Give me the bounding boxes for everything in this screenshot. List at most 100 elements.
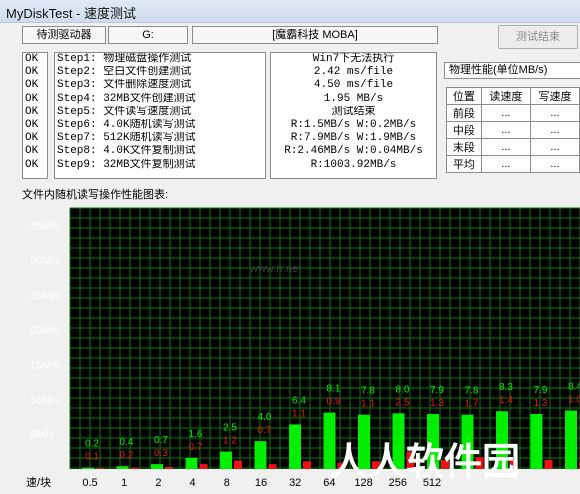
step-list: Step1: 物理磁盘操作测试 Step2: 空白文件创建测试 Step3: 文件删… [54, 52, 266, 179]
drive-model: [魔霸科技 MOBA] [192, 26, 438, 44]
y-tick-label: 25M/s [30, 290, 60, 302]
read-value-label: 7.8 [361, 386, 375, 397]
result-item: Win7下无法执行 [312, 53, 395, 65]
read-value-label: 4.0 [258, 412, 272, 423]
step-item: Step7: 512K随机读写测试 [57, 132, 196, 145]
status-item: OK [25, 118, 39, 131]
perf-read: ... [480, 104, 531, 122]
read-value-label: 6.4 [292, 395, 306, 406]
status-item: OK [25, 145, 39, 158]
y-tick-label: 10M/s [30, 394, 60, 406]
write-value-label: 1.4 [499, 395, 513, 406]
status-item: OK [25, 66, 39, 79]
perf-header: 写速度 [529, 87, 580, 105]
write-value-label: 1.3 [430, 398, 444, 409]
status-item: OK [25, 53, 39, 65]
read-value-label: 7.9 [430, 385, 444, 396]
write-value-label: 1.1 [292, 408, 306, 419]
watermark-logo-text: www.rr.net [249, 263, 301, 275]
result-item: 4.50 ms/file [313, 79, 394, 92]
status-list: OK OK OK OK OK OK OK OK OK [22, 52, 48, 179]
read-value-label: 0.4 [120, 437, 134, 448]
status-item: OK [25, 79, 39, 92]
read-value-label: 7.9 [534, 385, 548, 396]
perf-position: 末段 [446, 138, 482, 156]
result-list: Win7下无法执行 2.42 ms/file 4.50 ms/file 1.95 MB… [270, 52, 437, 179]
finish-button[interactable]: 测试结束 [498, 25, 578, 49]
write-bar [199, 464, 208, 469]
status-item: OK [25, 158, 39, 171]
write-bar [165, 466, 173, 469]
write-bar [130, 467, 139, 469]
perf-position: 中段 [446, 121, 482, 139]
write-value-label: 2.5 [396, 397, 410, 408]
step-item: Step8: 4.0K文件复制测试 [57, 145, 196, 158]
physical-perf-table: 位置 读速度 写速度 前段...... 中段...... 末段...... 平均...... [446, 87, 580, 173]
result-item: 1.95 MB/s [323, 92, 384, 105]
write-value-label: 0.7 [189, 442, 203, 453]
result-item: R:1.5MB/s W:0.2MB/s [290, 118, 417, 131]
x-tick-label: 1 [121, 477, 127, 489]
read-bar [289, 424, 301, 469]
result-item: 2.42 ms/file [313, 66, 394, 79]
read-value-label: 0.7 [154, 435, 168, 446]
write-value-label: 0.2 [120, 450, 134, 461]
write-value-label: 0.3 [154, 448, 168, 459]
read-bar [116, 466, 129, 469]
read-value-label: 2.5 [223, 423, 237, 434]
read-bar [151, 464, 163, 469]
read-value-label: 8.1 [327, 384, 341, 395]
perf-position: 平均 [446, 155, 482, 173]
window-title: MyDiskTest - 速度测试 [6, 6, 137, 21]
result-item: R:2.46MB/s W:0.04MB/s [284, 145, 423, 158]
y-tick-label: 35M/s [30, 220, 60, 232]
x-tick-label: 4 [190, 477, 196, 489]
step-item: Step9: 32MB文件复制测试 [57, 158, 196, 171]
write-bar [234, 460, 242, 469]
perf-read: ... [480, 155, 531, 173]
read-value-label: 8.3 [499, 382, 513, 393]
write-value-label: 1.7 [465, 399, 479, 410]
physical-perf-title: 物理性能(单位MB/s) [444, 62, 580, 79]
perf-read: ... [480, 138, 531, 156]
read-bar [565, 410, 577, 469]
drive-letter[interactable]: G: [108, 26, 188, 44]
read-bar [220, 451, 232, 469]
x-axis-title: 速/块 [26, 476, 51, 489]
result-item: 测试结束 [331, 105, 376, 118]
step-item: Step4: 32MB文件创建测试 [57, 92, 196, 105]
y-tick-label: 30M/s [30, 255, 60, 267]
status-item: OK [25, 105, 39, 118]
y-tick-label: 20M/s [30, 325, 60, 337]
status-item: OK [25, 92, 39, 105]
status-item: OK [25, 132, 39, 145]
read-value-label: 0.2 [85, 439, 99, 450]
write-bar [268, 464, 277, 469]
y-tick-label: 5M/s [30, 429, 54, 441]
write-value-label: 1.0 [568, 395, 580, 406]
x-tick-label: 32 [289, 477, 301, 489]
write-value-label: 1.3 [534, 398, 548, 409]
write-value-label: 0.9 [327, 397, 341, 408]
x-tick-label: 0.5 [82, 477, 97, 489]
read-bar [185, 457, 198, 469]
read-bar [530, 414, 543, 469]
read-bar [254, 441, 267, 469]
step-item: Step1: 物理磁盘操作测试 [57, 53, 192, 65]
write-value-label: 0.7 [258, 425, 272, 436]
read-value-label: 7.8 [465, 386, 479, 397]
perf-write: ... [529, 138, 580, 156]
perf-read: ... [480, 121, 531, 139]
x-tick-label: 8 [224, 477, 230, 489]
x-tick-label: 2 [155, 477, 161, 489]
result-item: R:7.9MB/s W:1.9MB/s [290, 132, 417, 145]
perf-write: ... [529, 155, 580, 173]
step-item: Step6: 4.0K随机读写测试 [57, 118, 196, 131]
title-bar: MyDiskTest - 速度测试 [0, 0, 580, 23]
read-value-label: 8.4 [568, 382, 580, 393]
perf-write: ... [529, 104, 580, 122]
perf-header: 位置 [446, 87, 482, 105]
write-value-label: 1.1 [361, 399, 375, 410]
bar-chart: 35M/s 30M/s 25M/s 20M/s 15M/s 10M/s 5M/s 0.2 0.1… [0, 200, 580, 491]
y-tick-label: 15M/s [30, 360, 60, 372]
